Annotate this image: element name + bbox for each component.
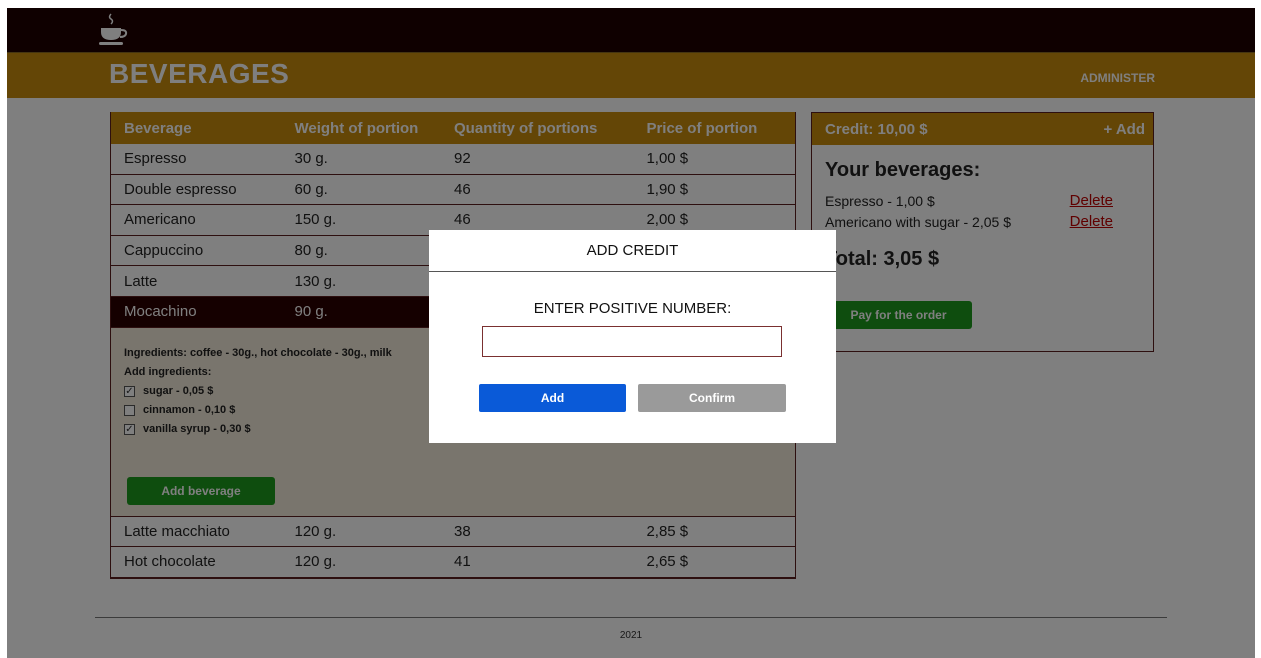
page: BEVERAGES ADMINISTER Beverage Weight of … xyxy=(7,8,1255,658)
add-credit-modal: ADD CREDIT ENTER POSITIVE NUMBER: Add Co… xyxy=(429,230,836,443)
modal-title: ADD CREDIT xyxy=(429,230,836,272)
modal-confirm-button[interactable]: Confirm xyxy=(638,384,786,412)
credit-amount-input[interactable] xyxy=(482,326,782,357)
modal-label: ENTER POSITIVE NUMBER: xyxy=(533,300,732,317)
modal-add-button[interactable]: Add xyxy=(479,384,626,412)
